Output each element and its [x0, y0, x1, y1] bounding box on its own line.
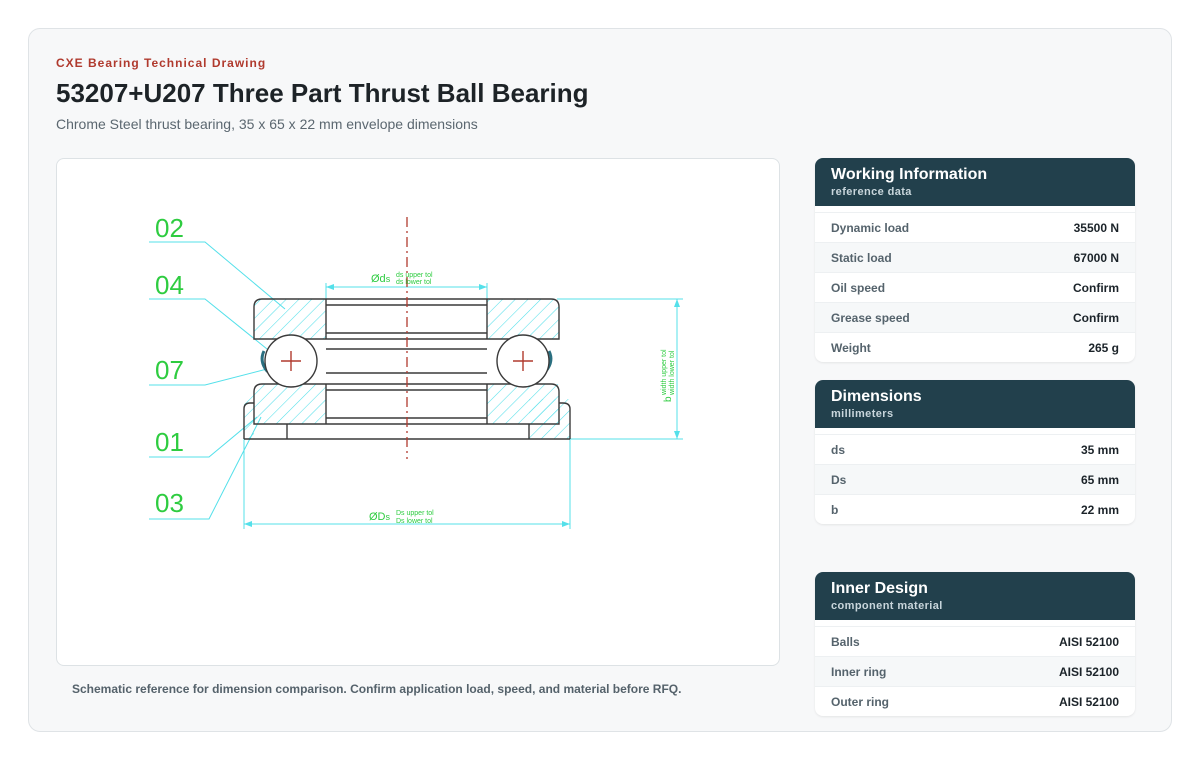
spec-value: AISI 52100	[1058, 664, 1119, 679]
b-upper-tol: width upper tol	[661, 349, 668, 396]
spec-value: AISI 52100	[1058, 694, 1119, 709]
spec-label: b	[831, 502, 839, 517]
spec-value: 265 g	[1088, 340, 1119, 355]
spec-row: Static load 67000 N	[815, 242, 1135, 272]
technical-drawing-panel: 02 04 07 01 03 Øds ds upper tol ds lower…	[56, 158, 780, 666]
spec-value: 67000 N	[1073, 250, 1119, 265]
spec-label: Dynamic load	[831, 220, 910, 235]
spec-label: Weight	[831, 340, 871, 355]
callout-02: 02	[155, 213, 184, 243]
page-title: 53207+U207 Three Part Thrust Ball Bearin…	[56, 78, 589, 108]
ds-upper-tol: ds upper tol	[396, 272, 433, 279]
eyebrow-label: CXE Bearing Technical Drawing	[56, 56, 267, 70]
spec-label: Ds	[831, 472, 847, 487]
b-lower-tol: width lower tol	[669, 350, 676, 396]
working-information-panel: Working Information reference data Dynam…	[815, 158, 1135, 362]
spec-value: Confirm	[1073, 310, 1119, 325]
spec-row: Dynamic load 35500 N	[815, 212, 1135, 242]
spec-label: Static load	[831, 250, 892, 265]
callout-03: 03	[155, 488, 184, 518]
inner-design-panel: Inner Design component material Balls AIS…	[815, 572, 1135, 716]
spec-value: 65 mm	[1080, 472, 1119, 487]
bearing-drawing: 02 04 07 01 03 Øds ds upper tol ds lower…	[149, 213, 683, 529]
spec-row: b 22 mm	[815, 494, 1135, 524]
dimensions-panel: Dimensions millimeters ds 35 mm Ds 65 mm b…	[815, 380, 1135, 524]
ds-lower-tol: ds lower tol	[396, 279, 432, 286]
callout-07: 07	[155, 355, 184, 385]
spec-value: 35500 N	[1073, 220, 1119, 235]
page-subtitle: Chrome Steel thrust bearing, 35 x 65 x 2…	[56, 116, 478, 132]
spec-row: ds 35 mm	[815, 434, 1135, 464]
drawing-caption: Schematic reference for dimension compar…	[72, 682, 682, 696]
panel-header: Inner Design component material	[815, 572, 1135, 620]
callout-01: 01	[155, 427, 184, 457]
panel-title: Dimensions	[831, 388, 922, 405]
panel-title: Inner Design	[831, 580, 928, 597]
spec-row: Oil speed Confirm	[815, 272, 1135, 302]
spec-label: Outer ring	[831, 694, 890, 709]
b-label: b	[663, 396, 674, 402]
spec-row: Balls AISI 52100	[815, 626, 1135, 656]
spec-label: ds	[831, 442, 846, 457]
spec-row: Weight 265 g	[815, 332, 1135, 362]
spec-value: AISI 52100	[1058, 634, 1119, 649]
spec-row: Inner ring AISI 52100	[815, 656, 1135, 686]
spec-value: 22 mm	[1080, 502, 1119, 517]
Ds-upper-tol: Ds upper tol	[396, 510, 434, 517]
spec-label: Balls	[831, 634, 860, 649]
Ds-lower-tol: Ds lower tol	[396, 518, 433, 525]
spec-label: Inner ring	[831, 664, 887, 679]
spec-row: Grease speed Confirm	[815, 302, 1135, 332]
panel-subtitle: component material	[831, 600, 943, 612]
panel-subtitle: millimeters	[831, 408, 894, 420]
spec-row: Outer ring AISI 52100	[815, 686, 1135, 716]
spec-label: Grease speed	[831, 310, 910, 325]
Ds-symbol: ØDs	[369, 511, 391, 523]
panel-header: Dimensions millimeters	[815, 380, 1135, 428]
spec-value: Confirm	[1073, 280, 1119, 295]
panel-header: Working Information reference data	[815, 158, 1135, 206]
spec-label: Oil speed	[831, 280, 886, 295]
spec-value: 35 mm	[1080, 442, 1119, 457]
callout-04: 04	[155, 270, 184, 300]
ds-symbol: Øds	[371, 273, 391, 285]
panel-subtitle: reference data	[831, 186, 912, 198]
spec-row: Ds 65 mm	[815, 464, 1135, 494]
panel-title: Working Information	[831, 166, 988, 183]
